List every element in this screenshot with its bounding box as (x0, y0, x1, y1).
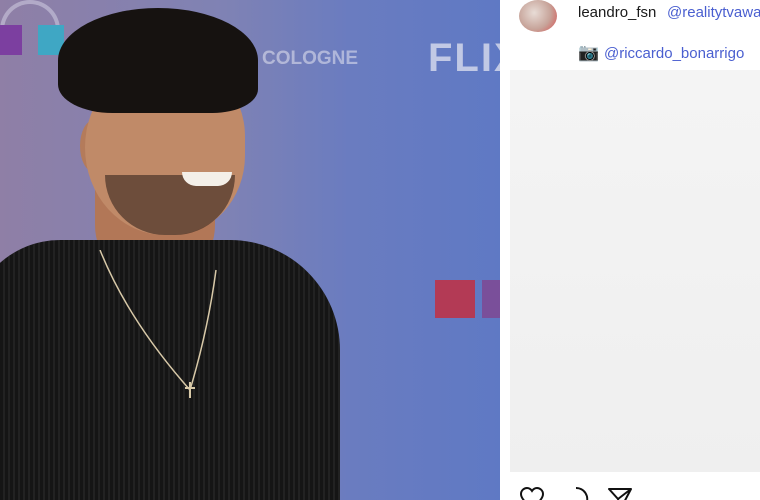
backdrop-tile (0, 25, 22, 55)
camera-icon: 📷 (578, 43, 600, 62)
post-username[interactable]: leandro_fsn (578, 4, 656, 21)
share-icon[interactable] (607, 486, 633, 500)
mention-link-photographer[interactable]: @riccardo_bonarrigo (604, 45, 744, 62)
backdrop-tile (435, 280, 475, 318)
backdrop-tile (482, 280, 500, 318)
person-hair (58, 8, 258, 113)
post-panel: leandro_fsn @realitytvawa 📷 @riccardo_bo… (501, 0, 760, 500)
comment-icon[interactable] (563, 486, 589, 500)
mention-link[interactable]: @realitytvawa (667, 4, 760, 21)
post-media[interactable] (510, 70, 760, 472)
backdrop-text-cologne: COLOGNE (262, 48, 359, 69)
photo-panel: COLOGNE FLIX (0, 0, 500, 500)
heart-icon[interactable] (519, 486, 545, 500)
person-necklace (99, 250, 217, 398)
avatar[interactable] (519, 0, 557, 32)
backdrop-text-flix: FLIX (428, 36, 500, 80)
person-smile (182, 172, 232, 186)
post-actions (519, 486, 633, 500)
